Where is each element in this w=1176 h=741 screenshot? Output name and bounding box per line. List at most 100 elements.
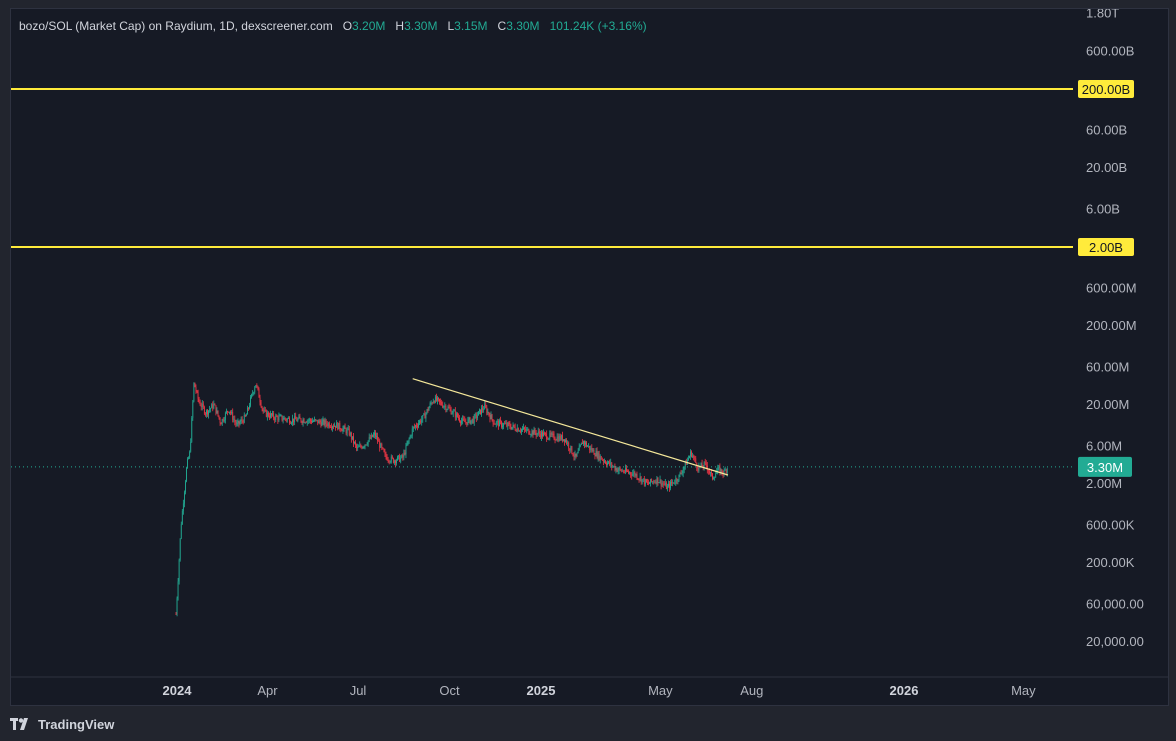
candle-body: [682, 469, 684, 474]
candle-body: [569, 448, 571, 451]
candle-body: [381, 443, 383, 448]
candle-body: [406, 444, 408, 446]
candle-body: [517, 428, 519, 432]
candle-body: [343, 426, 345, 429]
candle-body: [646, 479, 647, 483]
candle-body: [667, 486, 668, 489]
candle-body: [507, 422, 509, 427]
candle-body: [639, 476, 641, 480]
candle-body: [247, 407, 248, 415]
candle-body: [613, 466, 615, 467]
candle-body: [257, 386, 259, 389]
candle-body: [259, 397, 261, 403]
candle-body: [489, 415, 491, 420]
x-axis-tick-label: Oct: [439, 683, 460, 698]
candle-body: [525, 429, 527, 431]
candle-body: [549, 432, 551, 439]
candle-body: [395, 460, 396, 464]
candle-body: [544, 432, 545, 434]
candle-body: [430, 402, 432, 404]
footer-branding[interactable]: TradingView: [10, 712, 114, 736]
candle-body: [563, 439, 564, 441]
y-axis-tick-label: 600.00K: [1086, 517, 1135, 532]
candle-body: [697, 467, 699, 471]
candle-body: [672, 482, 674, 484]
candle-body: [612, 466, 614, 468]
y-axis-tick-label: 6.00B: [1086, 201, 1120, 216]
candle-body: [664, 482, 666, 485]
candle-body: [219, 418, 221, 423]
candle-body: [264, 410, 266, 411]
close-value: 3.30M: [506, 19, 540, 33]
candle-body: [690, 451, 691, 457]
candle-body: [475, 414, 477, 419]
candle-body: [572, 453, 574, 456]
candle-body: [560, 435, 562, 440]
candle-body: [726, 468, 728, 473]
candle-body: [486, 407, 488, 414]
candle-body: [421, 419, 423, 423]
candle-body: [494, 424, 496, 425]
candle-body: [251, 394, 253, 398]
candle-body: [567, 442, 569, 444]
candle-body: [260, 402, 262, 407]
candle-body: [478, 411, 479, 416]
candle-body: [270, 413, 271, 418]
candle-body: [534, 429, 536, 433]
candle-body: [418, 423, 419, 427]
candle-body: [228, 411, 229, 413]
chart-panel[interactable]: 1.80T 600.00B 60.00B 20.00B 6.00B 600.00M 200.…: [10, 8, 1169, 706]
close-label: C: [497, 19, 507, 33]
candle-body: [179, 538, 181, 560]
candle-body: [462, 418, 464, 421]
candle-body: [579, 444, 581, 447]
price-chart[interactable]: 1.80T 600.00B 60.00B 20.00B 6.00B 600.00M 200.…: [11, 9, 1168, 705]
candle-body: [284, 417, 286, 420]
candle-body: [390, 456, 392, 462]
candle-body: [649, 483, 650, 485]
candle-body: [721, 469, 723, 473]
candle-body: [382, 447, 384, 449]
candle-body: [177, 581, 179, 599]
x-axis-tick-label: Aug: [740, 683, 763, 698]
candle-body: [583, 441, 584, 445]
candle-body: [380, 443, 382, 448]
candle-body: [325, 420, 327, 425]
candle-body: [433, 401, 435, 403]
candle-body: [513, 424, 515, 427]
candle-body: [417, 426, 418, 428]
candle-body: [411, 428, 413, 436]
candle-body: [318, 420, 320, 424]
candle-body: [469, 417, 471, 424]
candle-body: [496, 421, 498, 422]
candle-body: [196, 391, 198, 393]
candle-body: [714, 477, 716, 479]
candle-body: [631, 474, 633, 476]
candle-body: [347, 428, 349, 430]
candle-body: [357, 447, 359, 448]
candle-body: [644, 479, 646, 485]
high-label: H: [395, 19, 405, 33]
candle-body: [227, 411, 228, 412]
candle-body: [600, 456, 602, 460]
candle-body: [564, 439, 565, 442]
candle-body: [255, 385, 257, 388]
open-label: O: [342, 19, 353, 33]
candle-body: [531, 430, 533, 435]
candle-body: [409, 435, 411, 439]
candle-body: [220, 422, 222, 425]
candle-body: [637, 478, 639, 480]
candle-body: [662, 483, 664, 485]
y-axis-tick-label: 600.00B: [1086, 43, 1134, 58]
candle-body: [679, 473, 681, 475]
candle-body: [499, 420, 500, 427]
candle-body: [515, 429, 517, 432]
candle-body: [616, 468, 618, 472]
candle-body: [302, 419, 304, 423]
candle-body: [308, 419, 310, 421]
candle-body: [383, 448, 385, 452]
candle-body: [344, 426, 346, 429]
candle-body: [199, 402, 201, 406]
candle-body: [181, 510, 183, 525]
candle-body: [328, 423, 330, 427]
